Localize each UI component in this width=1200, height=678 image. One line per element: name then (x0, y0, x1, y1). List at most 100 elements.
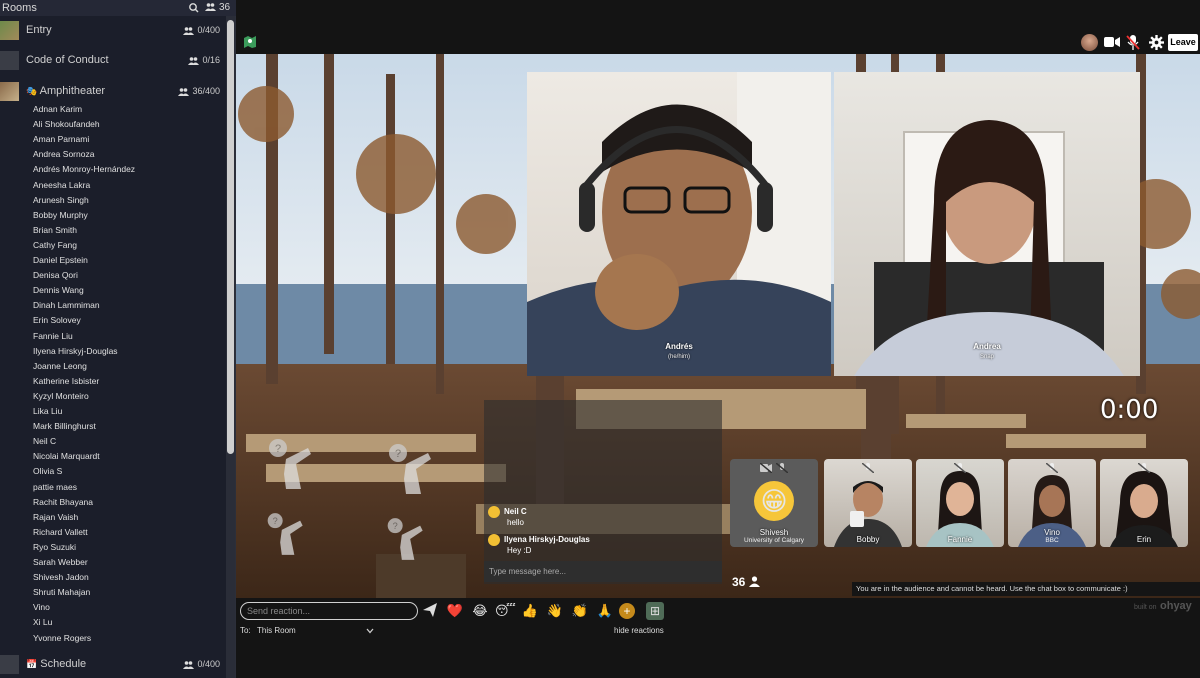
attendee-item[interactable]: Aneesha Lakra (33, 180, 90, 190)
attendee-item[interactable]: Dennis Wang (33, 285, 84, 295)
attendee-item[interactable]: Andrea Sornoza (33, 149, 94, 159)
audience-tile-bobby[interactable]: Bobby (824, 459, 912, 547)
attendee-item[interactable]: Adnan Karim (33, 104, 82, 114)
recipient-select[interactable]: This Room (257, 626, 296, 635)
apps-icon[interactable]: ⊞ (646, 602, 664, 620)
attendee-item[interactable]: Ali Shokoufandeh (33, 119, 100, 129)
attendee-item[interactable]: Bobby Murphy (33, 210, 88, 220)
attendee-item[interactable]: Olivia S (33, 466, 62, 476)
joy-reaction-icon[interactable]: 😂 (470, 602, 490, 620)
camera-icon[interactable] (1104, 36, 1120, 48)
attendee-item[interactable]: Nicolai Marquardt (33, 451, 100, 461)
add-reaction-icon[interactable]: + (619, 603, 635, 619)
reaction-input[interactable]: Send reaction... (240, 602, 418, 620)
heart-reaction-icon[interactable]: ❤️ (445, 602, 465, 620)
stage-timer: 0:00 (1100, 395, 1159, 425)
attendee-item[interactable]: Brian Smith (33, 225, 77, 235)
attendee-item[interactable]: Shruti Mahajan (33, 587, 90, 597)
room-thumbnail (0, 655, 19, 674)
attendee-item[interactable]: Katherine Isbister (33, 376, 99, 386)
room-amphitheater[interactable]: 🎭 Amphitheater 36/400 (0, 79, 224, 105)
mic-muted-icon[interactable] (1126, 35, 1140, 50)
sleepy-reaction-icon[interactable]: 😴 (495, 602, 516, 620)
people-icon (205, 3, 216, 12)
gear-icon[interactable] (1149, 35, 1164, 50)
audience-tile-shivesh[interactable]: 😁 Shivesh University of Calgary (730, 459, 818, 547)
map-icon[interactable] (243, 35, 257, 49)
attendee-item[interactable]: pattie maes (33, 482, 77, 492)
calendar-icon: 📅 (26, 659, 38, 669)
room-name: Entry (26, 24, 52, 36)
wave-reaction-icon[interactable]: 👋 (545, 602, 565, 620)
mic-muted-icon (1138, 463, 1150, 473)
attendee-item[interactable]: Ryo Suzuki (33, 542, 76, 552)
tile-subtitle: BBC (1045, 537, 1059, 544)
svg-text:?: ? (395, 448, 401, 460)
attendee-item[interactable]: Yvonne Rogers (33, 633, 91, 643)
speaker-video-andres[interactable]: Andrés (he/him) (527, 72, 831, 376)
attendee-item[interactable]: Sarah Webber (33, 557, 88, 567)
clap-reaction-icon[interactable]: 👏 (570, 602, 590, 620)
attendee-item[interactable]: Erin Solovey (33, 315, 81, 325)
attendee-item[interactable]: Mark Billinghurst (33, 421, 96, 431)
room-occupancy: 0/400 (183, 25, 220, 35)
top-bar: Leave (236, 16, 1200, 54)
room-schedule[interactable]: 📅 Schedule 0/400 (0, 652, 224, 678)
attendee-item[interactable]: Rachit Bhayana (33, 497, 93, 507)
audience-tile-fannie[interactable]: Fannie (916, 459, 1004, 547)
attendee-item[interactable]: Fannie Liu (33, 331, 73, 341)
attendee-item[interactable]: Xi Lu (33, 617, 52, 627)
svg-text:?: ? (393, 521, 398, 531)
room-code-of-conduct[interactable]: Code of Conduct 0/16 (0, 48, 224, 74)
attendee-item[interactable]: Ilyena Hirskyj-Douglas (33, 346, 118, 356)
attendee-item[interactable]: Rajan Vaish (33, 512, 78, 522)
leave-button[interactable]: Leave (1168, 34, 1198, 51)
room-thumbnail (0, 82, 19, 101)
attendee-item[interactable]: Joanne Leong (33, 361, 87, 371)
attendee-item[interactable]: Andrés Monroy-Hernández (33, 164, 135, 174)
attendee-item[interactable]: Lika Liu (33, 406, 62, 416)
tile-name: Shivesh (759, 528, 789, 537)
search-icon[interactable] (188, 0, 200, 16)
sidebar-scrollbar[interactable] (226, 16, 235, 678)
attendee-item[interactable]: Cathy Fang (33, 240, 77, 250)
audience-tile-vino[interactable]: Vino BBC (1008, 459, 1096, 547)
rooms-sidebar: Rooms 36 Entry 0/400 Code of Conduct 0/1… (0, 0, 236, 678)
ohyay-logo[interactable]: ohyay (1160, 600, 1192, 612)
attendee-item[interactable]: Richard Vallett (33, 527, 88, 537)
built-on-label: built on (1134, 604, 1157, 611)
attendee-item[interactable]: Shivesh Jadon (33, 572, 89, 582)
attendee-item[interactable]: Arunesh Singh (33, 195, 89, 205)
rooms-header: Rooms 36 (0, 0, 236, 16)
send-icon[interactable] (422, 602, 438, 618)
audience-tile-erin[interactable]: Erin (1100, 459, 1188, 547)
tile-subtitle: University of Calgary (744, 537, 804, 544)
people-icon (178, 87, 190, 96)
speaker-video-andrea[interactable]: Andrea Snap (834, 72, 1140, 376)
attendee-item[interactable]: Neil C (33, 436, 56, 446)
attendee-item[interactable]: Kyzyl Monteiro (33, 391, 89, 401)
mic-muted-icon (776, 463, 788, 473)
attendee-item[interactable]: Aman Parnami (33, 134, 89, 144)
chat-input[interactable]: Type message here... (484, 561, 722, 582)
pray-reaction-icon[interactable]: 🙏 (595, 602, 615, 620)
attendee-item[interactable]: Denisa Qori (33, 270, 78, 280)
thumbs-up-reaction-icon[interactable]: 👍 (520, 602, 540, 620)
chat-panel: Neil C hello Ilyena Hirskyj-Douglas Hey … (484, 400, 722, 584)
attendee-item[interactable]: Vino (33, 602, 50, 612)
speaker-name: Andrés (665, 342, 693, 351)
hide-reactions-link[interactable]: hide reactions (614, 626, 664, 635)
avatar[interactable] (1081, 34, 1098, 51)
mic-muted-icon (954, 463, 966, 473)
room-entry[interactable]: Entry 0/400 (0, 18, 224, 44)
ghost-avatar-icon: ? (387, 518, 423, 560)
attendee-item[interactable]: Dinah Lammiman (33, 300, 100, 310)
mic-muted-icon (862, 463, 874, 473)
attendee-item[interactable]: Daniel Epstein (33, 255, 88, 265)
smiley-avatar-icon (488, 534, 500, 546)
total-count: 36 (205, 0, 230, 16)
chat-text: Hey :D (507, 546, 532, 555)
room-thumbnail (0, 21, 19, 40)
scrollbar-thumb[interactable] (227, 20, 234, 454)
chevron-down-icon[interactable] (366, 628, 374, 634)
